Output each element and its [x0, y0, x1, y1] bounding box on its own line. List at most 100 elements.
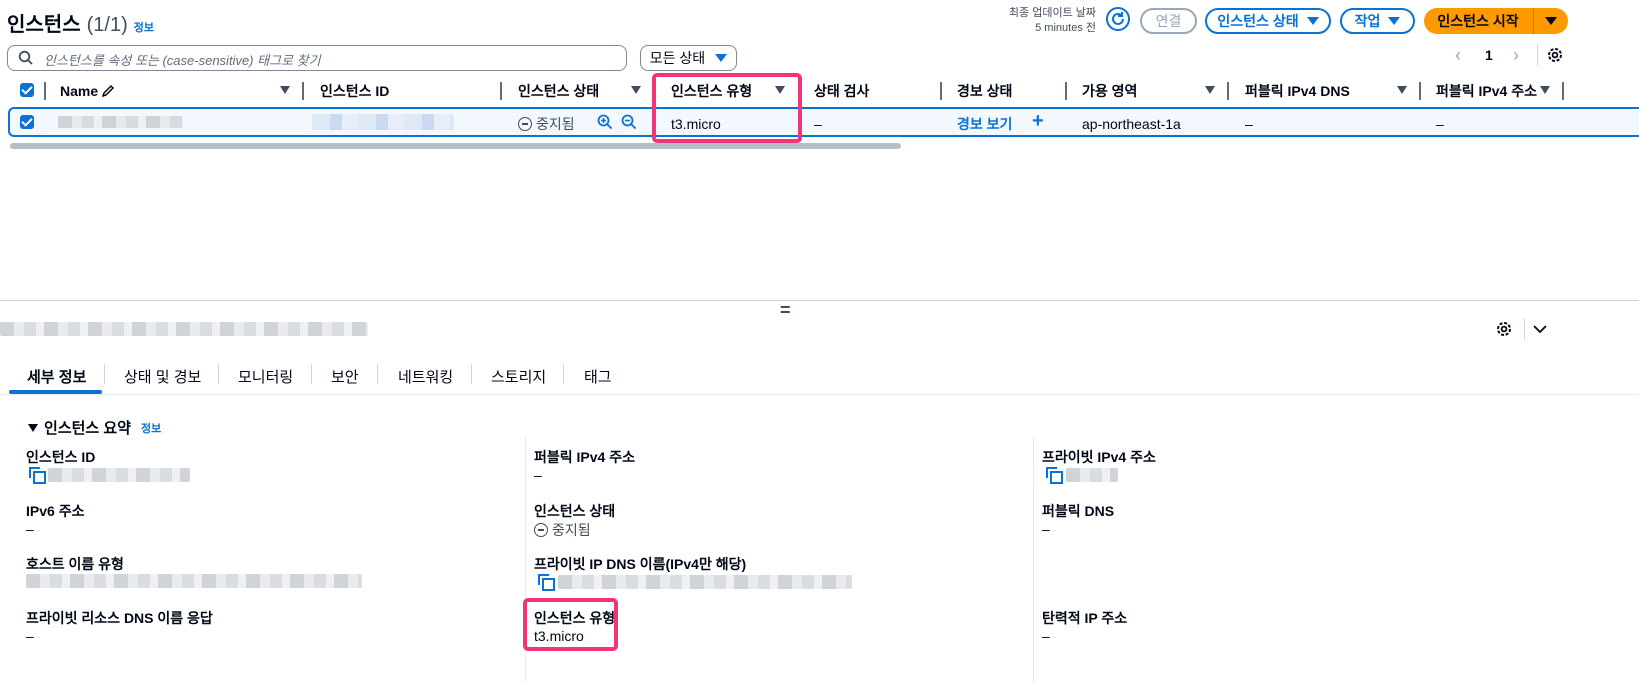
dropdown-caret-icon — [1388, 17, 1401, 25]
pagination-divider — [1537, 44, 1538, 66]
tab-monitoring[interactable]: 모니터링 — [238, 366, 293, 387]
row-checkbox[interactable] — [20, 115, 34, 129]
instance-state-label: 인스턴스 상태 — [1217, 13, 1299, 29]
instance-state-button[interactable]: 인스턴스 상태 — [1205, 8, 1331, 34]
sort-icon[interactable] — [1205, 86, 1215, 94]
tab-status-alarms[interactable]: 상태 및 경보 — [124, 366, 201, 387]
public-dns-value: – — [1042, 521, 1050, 537]
details-divider — [1524, 318, 1525, 340]
tab-security[interactable]: 보안 — [331, 366, 359, 387]
hostname-type-label: 호스트 이름 유형 — [26, 556, 124, 572]
instance-name-redacted — [58, 116, 183, 128]
column-header-status-check[interactable]: 상태 검사 — [814, 82, 869, 100]
private-resource-dns-label: 프라이빗 리소스 DNS 이름 응답 — [26, 610, 213, 626]
tab-tags[interactable]: 태그 — [584, 366, 612, 387]
column-header-public-ipv4-dns[interactable]: 퍼블릭 IPv4 DNS — [1245, 82, 1350, 100]
column-header-availability-zone[interactable]: 가용 영역 — [1082, 82, 1137, 100]
public-ipv4-value: – — [534, 467, 542, 483]
add-alarm-icon[interactable]: + — [1032, 110, 1044, 133]
instance-state-value: 중지됨 — [534, 520, 591, 540]
table-settings-gear-icon[interactable] — [1546, 46, 1564, 64]
elastic-ip-label: 탄력적 IP 주소 — [1042, 610, 1128, 626]
private-ipv4-label: 프라이빗 IPv4 주소 — [1042, 449, 1156, 465]
column-header-instance-id[interactable]: 인스턴스 ID — [320, 82, 389, 100]
tab-storage[interactable]: 스토리지 — [491, 366, 546, 387]
split-pane-divider — [0, 300, 1639, 301]
actions-button[interactable]: 작업 — [1340, 8, 1415, 34]
connect-button[interactable]: 연결 — [1140, 8, 1197, 34]
copy-private-ipv4-icon[interactable] — [1046, 467, 1063, 484]
sort-icon[interactable] — [1397, 86, 1407, 94]
view-alarms-link[interactable]: 경보 보기 — [957, 115, 1012, 133]
availability-zone-cell: ap-northeast-1a — [1082, 116, 1181, 132]
connect-label: 연결 — [1155, 13, 1182, 29]
sort-icon[interactable] — [631, 86, 641, 94]
zoom-in-icon[interactable] — [597, 114, 613, 130]
page-title: 인스턴스 — [7, 14, 81, 36]
stopped-icon — [534, 523, 548, 537]
column-separator[interactable] — [1065, 82, 1067, 100]
instance-id-redacted[interactable] — [312, 114, 454, 130]
instance-state-label: 인스턴스 상태 — [534, 503, 616, 519]
split-pane-handle[interactable]: = — [780, 300, 791, 321]
tab-separator — [471, 364, 472, 384]
tab-separator — [218, 364, 219, 384]
dropdown-caret-icon — [1306, 17, 1319, 25]
column-header-name[interactable]: Name — [60, 82, 98, 100]
select-all-checkbox[interactable] — [20, 83, 34, 97]
column-header-instance-state[interactable]: 인스턴스 상태 — [518, 82, 599, 100]
tab-separator — [311, 364, 312, 384]
tab-details[interactable]: 세부 정보 — [27, 366, 86, 387]
next-page-icon[interactable]: › — [1513, 45, 1519, 66]
copy-instance-id-icon[interactable] — [29, 467, 46, 484]
current-page[interactable]: 1 — [1485, 47, 1493, 63]
copy-private-dns-icon[interactable] — [538, 574, 555, 591]
search-input[interactable]: 인스턴스를 속성 또는 (case-sensitive) 태그로 찾기 — [7, 45, 627, 71]
refresh-icon — [1112, 12, 1124, 25]
search-placeholder: 인스턴스를 속성 또는 (case-sensitive) 태그로 찾기 — [44, 53, 321, 68]
zoom-out-icon[interactable] — [621, 114, 637, 130]
edit-pencil-icon — [101, 84, 115, 98]
sort-icon[interactable] — [1540, 86, 1550, 94]
start-instance-button[interactable]: 인스턴스 시작 — [1424, 8, 1532, 34]
column-separator[interactable] — [940, 82, 942, 100]
instance-heading-redacted — [0, 322, 368, 336]
info-link[interactable]: 정보 — [134, 19, 154, 35]
prev-page-icon[interactable]: ‹ — [1455, 45, 1461, 66]
dropdown-caret-icon — [1545, 17, 1557, 25]
collapse-chevron-down-icon[interactable] — [1532, 321, 1548, 337]
refresh-button[interactable] — [1106, 7, 1130, 31]
column-separator[interactable] — [1562, 82, 1564, 100]
private-ipv4-value-redacted — [1066, 468, 1118, 482]
summary-info-link[interactable]: 정보 — [141, 420, 161, 436]
column-separator[interactable] — [500, 82, 502, 100]
state-filter-value: 모든 상태 — [649, 50, 706, 66]
horizontal-scrollbar[interactable] — [10, 143, 901, 149]
instance-id-value-redacted — [48, 468, 190, 482]
last-updated: 최종 업데이트 날짜 5 minutes 전 — [1009, 6, 1096, 36]
summary-title: 인스턴스 요약 — [44, 420, 131, 437]
state-filter-select[interactable]: 모든 상태 — [640, 45, 737, 71]
column-separator[interactable] — [302, 82, 304, 100]
tab-separator — [377, 364, 378, 384]
private-ip-dns-value-redacted — [558, 575, 852, 589]
column-header-alarm-status[interactable]: 경보 상태 — [957, 82, 1012, 100]
tab-networking[interactable]: 네트워킹 — [398, 366, 453, 387]
details-settings-gear-icon[interactable] — [1495, 320, 1513, 338]
tab-separator — [104, 364, 105, 384]
table-row[interactable] — [8, 107, 1639, 137]
column-separator[interactable] — [1227, 82, 1229, 100]
summary-section-header[interactable]: 인스턴스 요약 정보 — [28, 417, 161, 438]
ipv6-value: – — [26, 521, 34, 537]
column-header-public-ipv4-address[interactable]: 퍼블릭 IPv4 주소 — [1436, 82, 1537, 100]
sort-icon[interactable] — [280, 86, 290, 94]
start-instance-label: 인스턴스 시작 — [1437, 13, 1519, 29]
instance-state-cell: 중지됨 — [518, 115, 575, 133]
private-resource-dns-value: – — [26, 628, 34, 644]
expand-caret-icon — [28, 423, 38, 432]
elastic-ip-value: – — [1042, 628, 1050, 644]
summary-column-divider — [1033, 437, 1034, 682]
last-updated-label: 최종 업데이트 날짜 — [1008, 7, 1096, 19]
start-instance-menu-button[interactable] — [1534, 8, 1568, 34]
column-separator[interactable] — [1419, 82, 1421, 100]
